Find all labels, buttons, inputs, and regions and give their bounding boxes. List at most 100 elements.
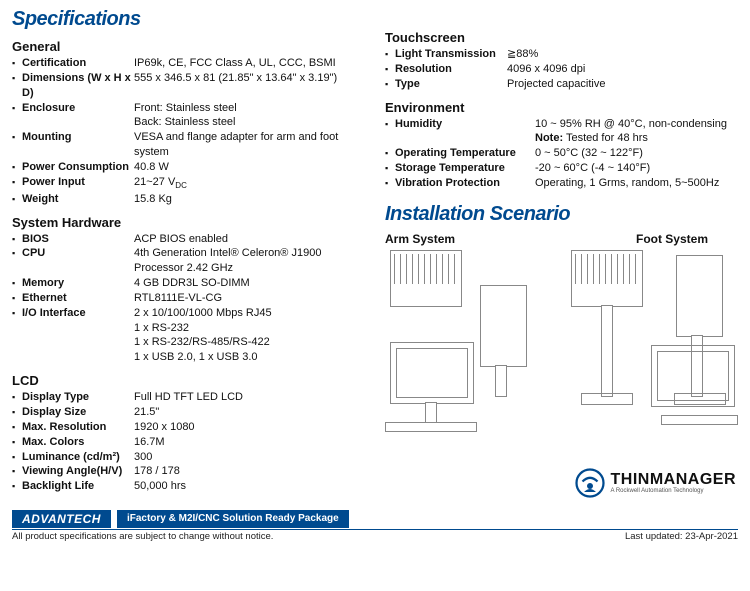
spec-label: Light Transmission: [395, 47, 507, 62]
spec-value: 4th Generation Intel® Celeron® J1900 Pro…: [134, 246, 365, 276]
thinmanager-logo: THINMANAGER A Rockwell Automation Techno…: [575, 468, 737, 498]
spec-value: IP69k, CE, FCC Class A, UL, CCC, BSMI: [134, 56, 365, 71]
spec-label: Display Type: [22, 390, 134, 405]
spec-value: 555 x 346.5 x 81 (21.85" x 13.64" x 3.19…: [134, 71, 365, 86]
spec-row: ▪Dimensions (W x H x D)555 x 346.5 x 81 …: [12, 71, 365, 101]
spec-label: CPU: [22, 246, 134, 261]
bullet-icon: ▪: [12, 464, 22, 478]
spec-label: Backlight Life: [22, 479, 134, 494]
spec-row: ▪Power Consumption40.8 W: [12, 160, 365, 175]
foot-system-diagram: [566, 250, 739, 435]
bullet-icon: ▪: [12, 232, 22, 246]
spec-label: Type: [395, 77, 507, 92]
spec-label: Power Input: [22, 175, 134, 190]
page-footer: ADVANTECH iFactory & M2I/CNC Solution Re…: [12, 510, 738, 542]
spec-label: Enclosure: [22, 101, 134, 116]
spec-label: Max. Resolution: [22, 420, 134, 435]
spec-value: ≧88%: [507, 47, 738, 62]
spec-value: Full HD TFT LED LCD: [134, 390, 365, 405]
spec-row: ▪Weight15.8 Kg: [12, 192, 365, 207]
foot-system-caption: Foot System: [636, 232, 708, 246]
spec-value: VESA and flange adapter for arm and foot…: [134, 130, 365, 160]
bullet-icon: ▪: [385, 117, 395, 131]
spec-label: Vibration Protection: [395, 176, 535, 191]
spec-row: ▪Viewing Angle(H/V)178 / 178: [12, 464, 365, 479]
bullet-icon: ▪: [12, 175, 22, 189]
spec-row: ▪Light Transmission≧88%: [385, 47, 738, 62]
spec-value: 4096 x 4096 dpi: [507, 62, 738, 77]
spec-label: I/O Interface: [22, 306, 134, 321]
thinmanager-icon: [575, 468, 605, 498]
lcd-heading: LCD: [12, 373, 365, 388]
spec-row: ▪BIOSACP BIOS enabled: [12, 232, 365, 247]
specifications-title: Specifications: [12, 8, 365, 31]
spec-value: 40.8 W: [134, 160, 365, 175]
installation-drawings: [385, 250, 738, 435]
advantech-badge: ADVANTECH: [12, 510, 117, 528]
bullet-icon: ▪: [12, 276, 22, 290]
spec-value: 10 ~ 95% RH @ 40°C, non-condensingNote: …: [535, 117, 738, 147]
spec-value: 1920 x 1080: [134, 420, 365, 435]
bullet-icon: ▪: [385, 47, 395, 61]
spec-row: ▪Vibration ProtectionOperating, 1 Grms, …: [385, 176, 738, 191]
bullet-icon: ▪: [12, 479, 22, 493]
spec-row: ▪Display Size21.5": [12, 405, 365, 420]
spec-row: ▪Operating Temperature0 ~ 50°C (32 ~ 122…: [385, 146, 738, 161]
spec-value: 21.5": [134, 405, 365, 420]
bullet-icon: ▪: [12, 405, 22, 419]
footer-disclaimer: All product specifications are subject t…: [12, 531, 273, 542]
spec-label: Humidity: [395, 117, 535, 132]
spec-value: Projected capacitive: [507, 77, 738, 92]
lcd-list: ▪Display TypeFull HD TFT LED LCD▪Display…: [12, 390, 365, 494]
bullet-icon: ▪: [12, 246, 22, 260]
bullet-icon: ▪: [12, 306, 22, 320]
spec-row: ▪Backlight Life 50,000 hrs: [12, 479, 365, 494]
general-heading: General: [12, 39, 365, 54]
spec-label: Viewing Angle(H/V): [22, 464, 134, 479]
spec-label: Display Size: [22, 405, 134, 420]
spec-row: ▪TypeProjected capacitive: [385, 77, 738, 92]
bullet-icon: ▪: [12, 450, 22, 464]
spec-row: ▪Storage Temperature-20 ~ 60°C (-4 ~ 140…: [385, 161, 738, 176]
spec-label: Memory: [22, 276, 134, 291]
bullet-icon: ▪: [385, 62, 395, 76]
thinmanager-tagline: A Rockwell Automation Technology: [611, 488, 737, 494]
bullet-icon: ▪: [12, 291, 22, 305]
spec-row: ▪EthernetRTL8111E-VL-CG: [12, 291, 365, 306]
bullet-icon: ▪: [12, 420, 22, 434]
system-hardware-heading: System Hardware: [12, 215, 365, 230]
bullet-icon: ▪: [12, 101, 22, 115]
thinmanager-name: THINMANAGER: [611, 472, 737, 488]
touchscreen-list: ▪Light Transmission≧88%▪Resolution4096 x…: [385, 47, 738, 92]
spec-row: ▪Display TypeFull HD TFT LED LCD: [12, 390, 365, 405]
spec-label: Power Consumption: [22, 160, 134, 175]
spec-value: 21~27 VDC: [134, 175, 365, 192]
spec-value: 50,000 hrs: [134, 479, 365, 494]
arm-system-caption: Arm System: [385, 232, 455, 246]
spec-row: ▪MountingVESA and flange adapter for arm…: [12, 130, 365, 160]
bullet-icon: ▪: [12, 435, 22, 449]
spec-value: RTL8111E-VL-CG: [134, 291, 365, 306]
spec-row: ▪CPU4th Generation Intel® Celeron® J1900…: [12, 246, 365, 276]
spec-value: -20 ~ 60°C (-4 ~ 140°F): [535, 161, 738, 176]
spec-row: ▪I/O Interface2 x 10/100/1000 Mbps RJ451…: [12, 306, 365, 365]
spec-label: Luminance (cd/m²): [22, 450, 134, 465]
spec-label: Storage Temperature: [395, 161, 535, 176]
left-column: Specifications General ▪ CertificationIP6…: [12, 8, 365, 498]
spec-value: 15.8 Kg: [134, 192, 365, 207]
spec-label: BIOS: [22, 232, 134, 247]
spec-label: Operating Temperature: [395, 146, 535, 161]
spec-row: ▪Power Input21~27 VDC: [12, 175, 365, 192]
spec-label: Resolution: [395, 62, 507, 77]
environment-heading: Environment: [385, 100, 738, 115]
spec-label: Weight: [22, 192, 134, 207]
spec-row: ▪Max. Colors16.7M: [12, 435, 365, 450]
spec-value: 178 / 178: [134, 464, 365, 479]
bullet-icon: ▪: [12, 160, 22, 174]
spec-value: Front: Stainless steelBack: Stainless st…: [134, 101, 365, 131]
spec-row: ▪Memory4 GB DDR3L SO-DIMM: [12, 276, 365, 291]
spec-label: Certification: [22, 56, 134, 71]
spec-row: ▪Resolution4096 x 4096 dpi: [385, 62, 738, 77]
spec-row: ▪Luminance (cd/m²)300: [12, 450, 365, 465]
bullet-icon: ▪: [385, 176, 395, 190]
